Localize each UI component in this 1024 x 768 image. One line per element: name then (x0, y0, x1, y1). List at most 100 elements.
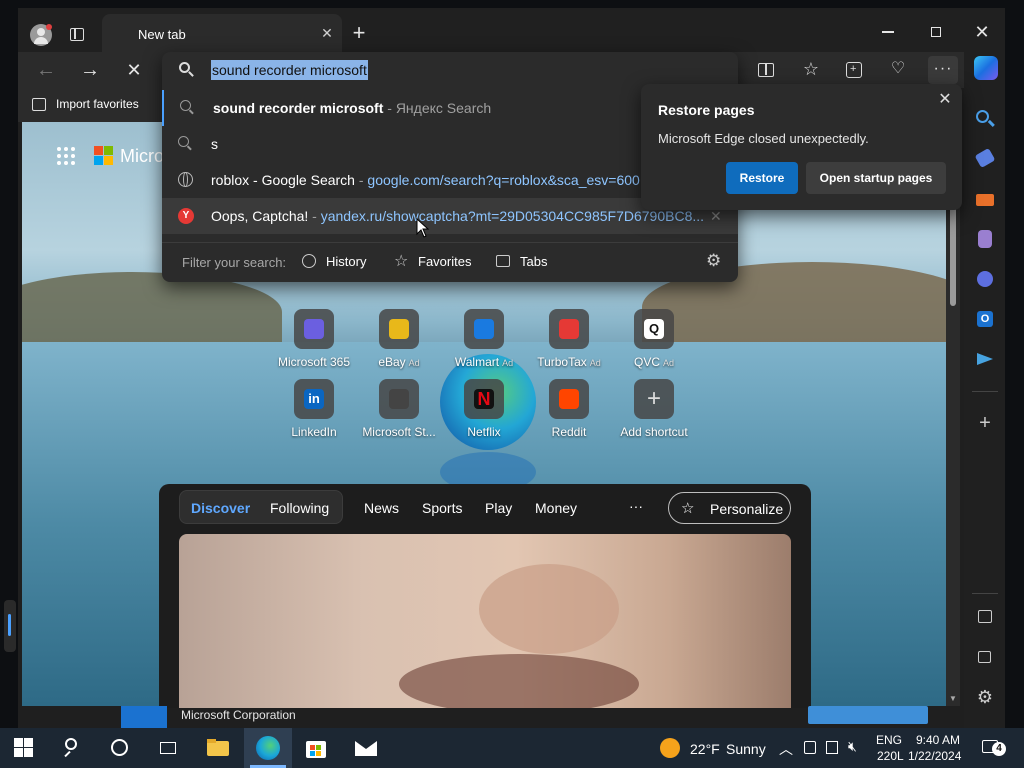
personalize-button[interactable]: ☆ Personalize (668, 492, 791, 524)
chevron-up-icon[interactable]: ︿ (779, 739, 793, 759)
shortcut-label-text: Add shortcut (620, 425, 688, 439)
linkedin-icon: in (304, 389, 324, 409)
maximize-button[interactable] (924, 20, 948, 44)
clock-date[interactable]: 1/22/2024 (908, 749, 961, 763)
back-button[interactable]: ← (34, 58, 58, 82)
shortcut-tile[interactable] (379, 309, 419, 349)
tab-following[interactable]: Following (270, 500, 329, 516)
outlook-icon[interactable]: O (974, 308, 996, 330)
stop-loading-button[interactable]: ✕ (122, 58, 146, 82)
shortcut-label: Add shortcut (604, 425, 704, 439)
volume-muted-icon[interactable]: 🔇︎ (848, 738, 857, 755)
restore-button[interactable]: Restore (726, 162, 798, 194)
shortcut-tile[interactable]: + (634, 379, 674, 419)
split-screen-icon[interactable] (758, 63, 774, 77)
suggestion-text: roblox - Google Search (211, 172, 355, 188)
edge-taskbar-active[interactable] (244, 728, 292, 768)
address-input-value[interactable]: sound recorder microsoft (211, 60, 368, 80)
shortcut-tile[interactable] (379, 379, 419, 419)
favorites-icon[interactable]: ☆ (800, 58, 822, 80)
filter-history-label: History (326, 254, 367, 269)
mail-icon[interactable] (354, 736, 378, 760)
tab-discover[interactable]: Discover (191, 500, 250, 516)
left-edge-handle[interactable] (4, 600, 16, 652)
games-icon[interactable] (974, 228, 996, 250)
shortcut-tile[interactable]: Q (634, 309, 674, 349)
settings-more-button[interactable]: ··· (928, 56, 958, 84)
microsoft-store-icon[interactable] (304, 736, 328, 760)
notifications-button[interactable]: 4 (982, 738, 1006, 758)
background-hill-left (22, 272, 282, 352)
task-view-icon[interactable] (156, 736, 180, 760)
clock-time[interactable]: 9:40 AM (916, 733, 960, 747)
plus-icon: + (646, 385, 661, 412)
open-external-icon[interactable] (974, 646, 996, 668)
copilot-icon[interactable] (974, 56, 998, 80)
browser-essentials-icon[interactable]: ♡ (888, 60, 908, 78)
tab-sports[interactable]: Sports (422, 500, 462, 516)
meet-now-icon[interactable] (804, 741, 816, 754)
minimize-button[interactable] (876, 22, 900, 42)
shortcut-label-text: QVC (633, 355, 660, 369)
restore-close-icon[interactable]: ✕ (935, 90, 955, 110)
hero-image-shade (479, 564, 619, 654)
microsoft-logo (94, 146, 114, 166)
split-panel-icon[interactable] (974, 606, 996, 628)
keyboard-layout[interactable]: 220L (877, 749, 904, 763)
tab-actions-icon[interactable] (70, 28, 84, 41)
search-icon[interactable] (974, 108, 996, 130)
profile-avatar[interactable] (30, 24, 52, 46)
company-name: Microsoft Corporation (181, 708, 296, 722)
weather-widget[interactable]: 22°F Sunny (658, 728, 768, 768)
suggestion-source: - Яндекс Search (383, 100, 492, 116)
search-icon (178, 136, 194, 152)
shortcut-tile[interactable]: in (294, 379, 334, 419)
add-sidebar-app-icon[interactable]: + (974, 412, 996, 434)
microsoft365-sidebar-icon[interactable] (974, 268, 996, 290)
file-explorer-icon[interactable] (206, 736, 230, 760)
collections-icon[interactable]: + (846, 62, 862, 78)
sun-icon (660, 738, 680, 758)
language-indicator[interactable]: ENG (876, 733, 902, 747)
tab-news[interactable]: News (364, 500, 399, 516)
tab-new-tab[interactable]: New tab ✕ (102, 14, 342, 52)
mouse-cursor (416, 218, 430, 238)
bottom-card-blue[interactable] (808, 706, 928, 724)
feed-hero-image[interactable] (179, 534, 791, 708)
shortcut-label-text: Microsoft St... (362, 425, 436, 439)
shortcut-tile[interactable] (464, 309, 504, 349)
cortana-icon[interactable] (108, 736, 132, 760)
scroll-down-arrow[interactable]: ▼ (949, 694, 957, 703)
company-logo (121, 706, 167, 728)
shortcut-tile[interactable]: N (464, 379, 504, 419)
filter-tabs-label: Tabs (520, 254, 548, 269)
forward-button[interactable]: → (78, 58, 102, 82)
shortcut-tile[interactable] (294, 309, 334, 349)
search-icon[interactable] (62, 736, 86, 760)
shortcut-tile[interactable] (549, 309, 589, 349)
shortcut-label-text: LinkedIn (291, 425, 337, 439)
address-bar[interactable]: sound recorder microsoft (162, 52, 738, 88)
turbotax-icon (559, 319, 579, 339)
app-launcher-icon[interactable] (56, 146, 76, 166)
filter-label: Filter your search: (182, 255, 287, 270)
start-button[interactable] (14, 738, 34, 758)
tab-money[interactable]: Money (535, 500, 577, 516)
more-options-button[interactable]: ··· (629, 498, 643, 514)
new-tab-button[interactable]: + (348, 22, 370, 44)
send-icon[interactable] (974, 348, 996, 370)
tab-title: New tab (138, 27, 186, 42)
suggestion-url: google.com/search?q=roblox&sca_esv=600 (367, 172, 640, 188)
open-startup-pages-button[interactable]: Open startup pages (806, 162, 946, 194)
tools-icon[interactable] (974, 188, 996, 210)
close-window-button[interactable]: ✕ (970, 20, 994, 44)
search-settings-icon[interactable]: ⚙ (706, 251, 721, 271)
shortcut-label-text: Netflix (467, 425, 501, 439)
shortcut-tile[interactable] (549, 379, 589, 419)
tab-close-icon[interactable]: ✕ (318, 24, 336, 42)
tab-play[interactable]: Play (485, 500, 512, 516)
shopping-tag-icon[interactable] (974, 147, 996, 170)
search-icon (180, 100, 196, 116)
notification-count: 4 (992, 742, 1006, 756)
network-icon[interactable] (826, 741, 838, 754)
